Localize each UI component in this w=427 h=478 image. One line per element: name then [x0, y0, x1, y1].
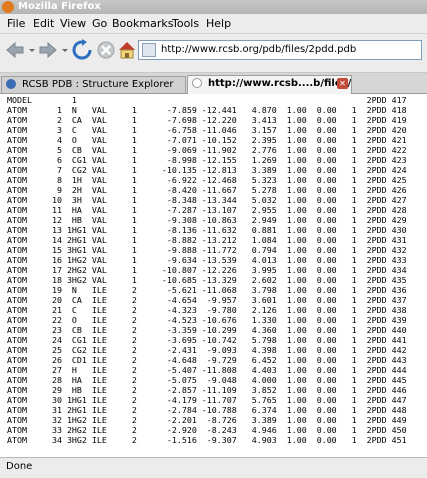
pdb-line: ATOM 24 CG1 ILE 2 -3.695 -10.742 5.798 1…	[7, 335, 407, 345]
status-bar: Done	[0, 457, 427, 478]
pdb-line: ATOM 20 CA ILE 2 -4.654 -9.957 3.601 1.0…	[7, 295, 407, 305]
pdb-line: ATOM 31 2HG1 ILE 2 -2.784 -10.788 6.374 …	[7, 405, 407, 415]
pdb-line: ATOM 3 C VAL 1 -6.758 -11.046 3.157 1.00…	[7, 125, 407, 135]
reload-icon[interactable]	[70, 38, 94, 62]
pdb-line: ATOM 22 O ILE 2 -4.523 -10.676 1.330 1.0…	[7, 315, 407, 325]
pdb-line: ATOM 27 H ILE 2 -5.407 -11.808 4.403 1.0…	[7, 365, 407, 375]
tab-label: RCSB PDB : Structure Explorer	[22, 79, 174, 90]
menu-file[interactable]: File	[7, 17, 25, 30]
page-icon	[192, 78, 202, 88]
pdb-line: ATOM 10 3H VAL 1 -8.348 -13.344 5.032 1.…	[7, 195, 407, 205]
firefox-logo-icon	[2, 1, 14, 13]
menu-tools[interactable]: Tools	[172, 17, 199, 30]
pdb-line: ATOM 15 3HG1 VAL 1 -9.888 -11.772 0.794 …	[7, 245, 407, 255]
menu-edit[interactable]: Edit	[33, 17, 54, 30]
tab-label: http://www.rcsb....b/files/2pdd.pdb	[208, 78, 352, 89]
pdb-line: ATOM 5 CB VAL 1 -9.069 -11.902 2.776 1.0…	[7, 145, 407, 155]
pdb-line: ATOM 11 HA VAL 1 -7.287 -13.107 2.955 1.…	[7, 205, 407, 215]
back-dropdown-icon[interactable]	[27, 38, 37, 62]
window-title: Mozilla Firefox	[18, 1, 101, 12]
pdb-line: ATOM 32 1HG2 ILE 2 -2.201 -8.726 3.389 1…	[7, 415, 407, 425]
pdb-line: ATOM 1 N VAL 1 -7.859 -12.441 4.870 1.00…	[7, 105, 407, 115]
pdb-line: ATOM 6 CG1 VAL 1 -8.998 -12.155 1.269 1.…	[7, 155, 407, 165]
window-titlebar: Mozilla Firefox	[0, 0, 427, 14]
pdb-line: ATOM 16 1HG2 VAL 1 -9.634 -13.539 4.013 …	[7, 255, 407, 265]
page-content[interactable]: MODEL 1 2PDD 417 ATOM 1 N VAL 1 -7.859 -…	[0, 94, 427, 457]
pdb-line: ATOM 4 O VAL 1 -7.071 -10.152 2.395 1.00…	[7, 135, 407, 145]
pdb-line: MODEL 1 2PDD 417	[7, 95, 407, 105]
rcsb-favicon-icon	[6, 79, 16, 89]
pdb-line: ATOM 13 1HG1 VAL 1 -8.136 -11.632 0.881 …	[7, 225, 407, 235]
pdb-line: ATOM 7 CG2 VAL 1 -10.135 -12.813 3.389 1…	[7, 165, 407, 175]
pdb-line: ATOM 17 2HG2 VAL 1 -10.807 -12.226 3.995…	[7, 265, 407, 275]
tab-strip: RCSB PDB : Structure Explorer http://www…	[0, 73, 427, 94]
pdb-line: ATOM 28 HA ILE 2 -5.075 -9.048 4.000 1.0…	[7, 375, 407, 385]
pdb-line: ATOM 2 CA VAL 1 -7.698 -12.220 3.413 1.0…	[7, 115, 407, 125]
home-icon[interactable]	[116, 38, 138, 62]
back-arrow-icon[interactable]	[4, 38, 26, 62]
navigation-toolbar: http://www.rcsb.org/pdb/files/2pdd.pdb	[0, 34, 427, 73]
tab-pdb-file[interactable]: http://www.rcsb....b/files/2pdd.pdb ✕	[187, 75, 352, 94]
address-bar[interactable]: http://www.rcsb.org/pdb/files/2pdd.pdb	[138, 40, 422, 60]
pdb-line: ATOM 23 CB ILE 2 -3.359 -10.299 4.360 1.…	[7, 325, 407, 335]
pdb-line: ATOM 29 HB ILE 2 -2.857 -11.109 3.852 1.…	[7, 385, 407, 395]
status-text: Done	[6, 461, 33, 472]
forward-arrow-icon[interactable]	[37, 38, 59, 62]
menu-view[interactable]: View	[60, 17, 86, 30]
pdb-line: ATOM 8 1H VAL 1 -6.922 -12.468 5.323 1.0…	[7, 175, 407, 185]
tab-structure-explorer[interactable]: RCSB PDB : Structure Explorer	[1, 76, 186, 93]
address-url: http://www.rcsb.org/pdb/files/2pdd.pdb	[161, 44, 357, 55]
pdb-line: ATOM 30 1HG1 ILE 2 -4.179 -11.707 5.765 …	[7, 395, 407, 405]
close-tab-icon[interactable]: ✕	[337, 78, 348, 89]
stop-icon[interactable]	[94, 38, 118, 62]
menu-bookmarks[interactable]: Bookmarks	[112, 17, 173, 30]
pdb-line: ATOM 18 3HG2 VAL 1 -10.685 -13.329 2.602…	[7, 275, 407, 285]
pdb-line: ATOM 33 2HG2 ILE 2 -2.920 -8.243 4.946 1…	[7, 425, 407, 435]
menu-help[interactable]: Help	[206, 17, 231, 30]
pdb-line: ATOM 26 CD1 ILE 2 -4.648 -9.729 6.452 1.…	[7, 355, 407, 365]
pdb-line: ATOM 12 HB VAL 1 -9.308 -10.863 2.949 1.…	[7, 215, 407, 225]
page-favicon-icon	[142, 43, 156, 57]
pdb-line: ATOM 9 2H VAL 1 -8.420 -11.667 5.278 1.0…	[7, 185, 407, 195]
pdb-line: ATOM 14 2HG1 VAL 1 -8.882 -13.212 1.084 …	[7, 235, 407, 245]
pdb-line: ATOM 25 CG2 ILE 2 -2.431 -9.093 4.398 1.…	[7, 345, 407, 355]
menu-bar: File Edit View Go Bookmarks Tools Help	[0, 14, 427, 34]
menu-go[interactable]: Go	[92, 17, 107, 30]
pdb-line: ATOM 19 N ILE 2 -5.621 -11.068 3.798 1.0…	[7, 285, 407, 295]
pdb-line: ATOM 21 C ILE 2 -4.323 -9.780 2.126 1.00…	[7, 305, 407, 315]
forward-dropdown-icon[interactable]	[60, 38, 70, 62]
pdb-line: ATOM 34 3HG2 ILE 2 -1.516 -9.307 4.903 1…	[7, 435, 407, 445]
